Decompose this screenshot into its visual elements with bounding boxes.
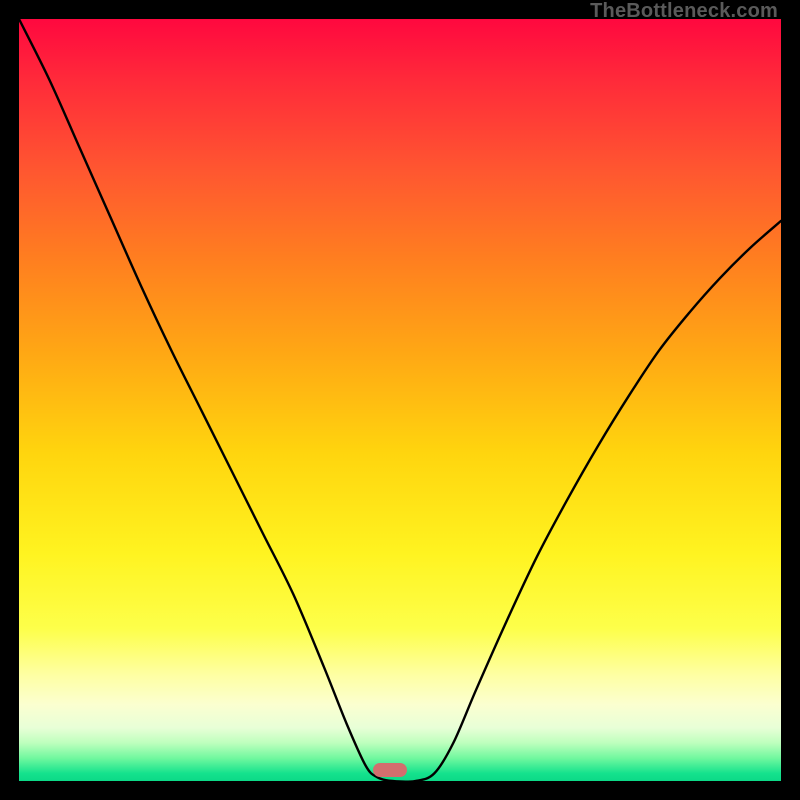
- plot-area: [19, 19, 781, 781]
- chart-frame: TheBottleneck.com: [0, 0, 800, 800]
- optimal-marker: [373, 763, 407, 777]
- bottleneck-curve: [19, 19, 781, 781]
- watermark-text: TheBottleneck.com: [590, 0, 778, 23]
